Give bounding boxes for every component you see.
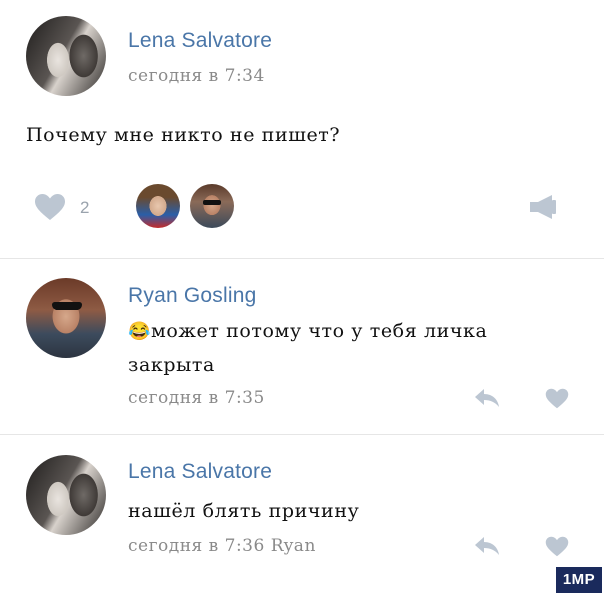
comment-author-name[interactable]: Ryan Gosling <box>128 284 256 308</box>
comment-author-avatar[interactable] <box>26 278 106 358</box>
comment-timestamp[interactable]: сегодня в 7:36 Ryan <box>128 536 316 556</box>
comment-author-name[interactable]: Lena Salvatore <box>128 460 272 484</box>
post-author-name[interactable]: Lena Salvatore <box>128 29 272 53</box>
post-timestamp[interactable]: сегодня в 7:34 <box>128 66 265 86</box>
reply-icon[interactable] <box>474 536 500 560</box>
heart-icon[interactable] <box>34 193 66 225</box>
post-text: Почему мне никто не пишет? <box>26 124 341 146</box>
liker-avatar[interactable] <box>190 184 234 228</box>
comment-text: 😂может потому что у тебя личка <box>128 320 487 342</box>
like-icon[interactable] <box>545 536 569 561</box>
watermark-logo: 1MP <box>556 567 602 593</box>
share-icon[interactable] <box>528 193 558 225</box>
divider <box>0 258 604 259</box>
likes-count: 2 <box>80 198 90 217</box>
comment-text-line2: закрыта <box>128 354 215 376</box>
reply-icon[interactable] <box>474 388 500 412</box>
laughing-emoji-icon: 😂 <box>128 321 152 342</box>
like-icon[interactable] <box>545 388 569 413</box>
comment-timestamp[interactable]: сегодня в 7:35 <box>128 388 265 408</box>
comment-text: нашёл блять причину <box>128 500 360 522</box>
liker-avatar[interactable] <box>136 184 180 228</box>
divider <box>0 434 604 435</box>
post-author-avatar[interactable] <box>26 16 106 96</box>
comment-author-avatar[interactable] <box>26 455 106 535</box>
comment-text-line1: может потому что у тебя личка <box>151 320 488 342</box>
